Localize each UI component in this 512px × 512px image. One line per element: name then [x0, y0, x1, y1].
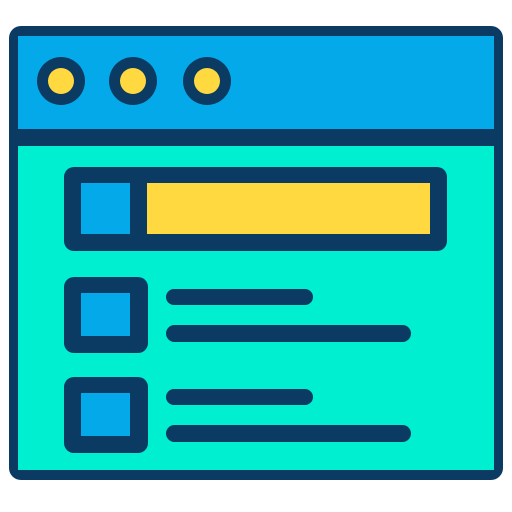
icon-stage: [0, 0, 512, 512]
search-bar-icon[interactable]: [64, 167, 447, 251]
title-bar: [18, 36, 494, 129]
list-line: [166, 289, 313, 305]
title-bar-divider: [18, 129, 494, 146]
browser-window-list-icon: [9, 26, 503, 480]
list-line: [166, 389, 313, 405]
window-controls: [37, 57, 231, 105]
list-line: [166, 325, 411, 342]
list-line: [166, 425, 411, 442]
